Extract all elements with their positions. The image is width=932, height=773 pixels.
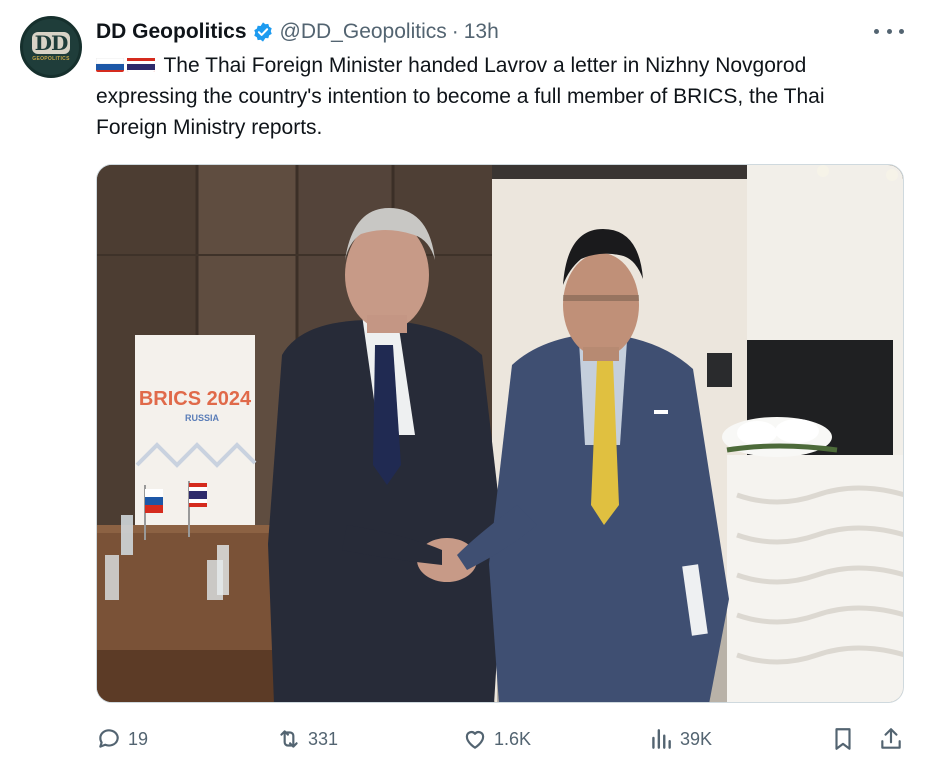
share-button[interactable]	[878, 722, 904, 756]
thailand-flag-icon	[127, 54, 155, 72]
like-icon	[465, 731, 485, 749]
separator: ·	[451, 20, 459, 43]
reply-button[interactable]: 19	[96, 722, 148, 756]
share-icon	[881, 728, 901, 749]
views-icon	[652, 729, 671, 749]
bookmark-icon	[835, 728, 851, 750]
tweet[interactable]: DD GEOPOLITICS DD Geopolitics @DD_Geopol…	[0, 0, 932, 773]
retweet-count: 331	[308, 728, 339, 749]
tweet-header: DD Geopolitics @DD_Geopolitics · 13h	[96, 17, 499, 47]
banner-subtext: RUSSIA	[185, 413, 220, 423]
like-count: 1.6K	[494, 728, 532, 749]
bookmark-button[interactable]	[830, 722, 856, 756]
more-icon[interactable]	[874, 18, 904, 44]
reply-count: 19	[128, 728, 149, 749]
post-text-block: The Thai Foreign Minister handed Lavrov …	[96, 50, 896, 143]
russia-flag-icon	[96, 54, 124, 72]
avatar-subtitle: GEOPOLITICS	[32, 56, 70, 62]
views-count: 39K	[680, 728, 713, 749]
avatar[interactable]: DD GEOPOLITICS	[20, 16, 82, 78]
action-bar: 19 331 1.6K 39K	[96, 722, 904, 756]
avatar-monogram: DD	[31, 32, 71, 54]
handle[interactable]: @DD_Geopolitics	[280, 20, 447, 44]
views-button[interactable]: 39K	[648, 722, 712, 756]
banner-text: BRICS 2024	[139, 388, 252, 410]
reply-icon	[99, 729, 119, 748]
verified-icon	[252, 21, 274, 43]
display-name[interactable]: DD Geopolitics	[96, 20, 247, 44]
timestamp[interactable]: 13h	[464, 20, 499, 44]
retweet-button[interactable]: 331	[276, 722, 338, 756]
retweet-icon	[280, 730, 298, 748]
like-button[interactable]: 1.6K	[462, 722, 531, 756]
flags	[96, 54, 158, 72]
post-text: The Thai Foreign Minister handed Lavrov …	[96, 54, 825, 139]
post-photo[interactable]: BRICS 2024 RUSSIA	[96, 164, 904, 703]
